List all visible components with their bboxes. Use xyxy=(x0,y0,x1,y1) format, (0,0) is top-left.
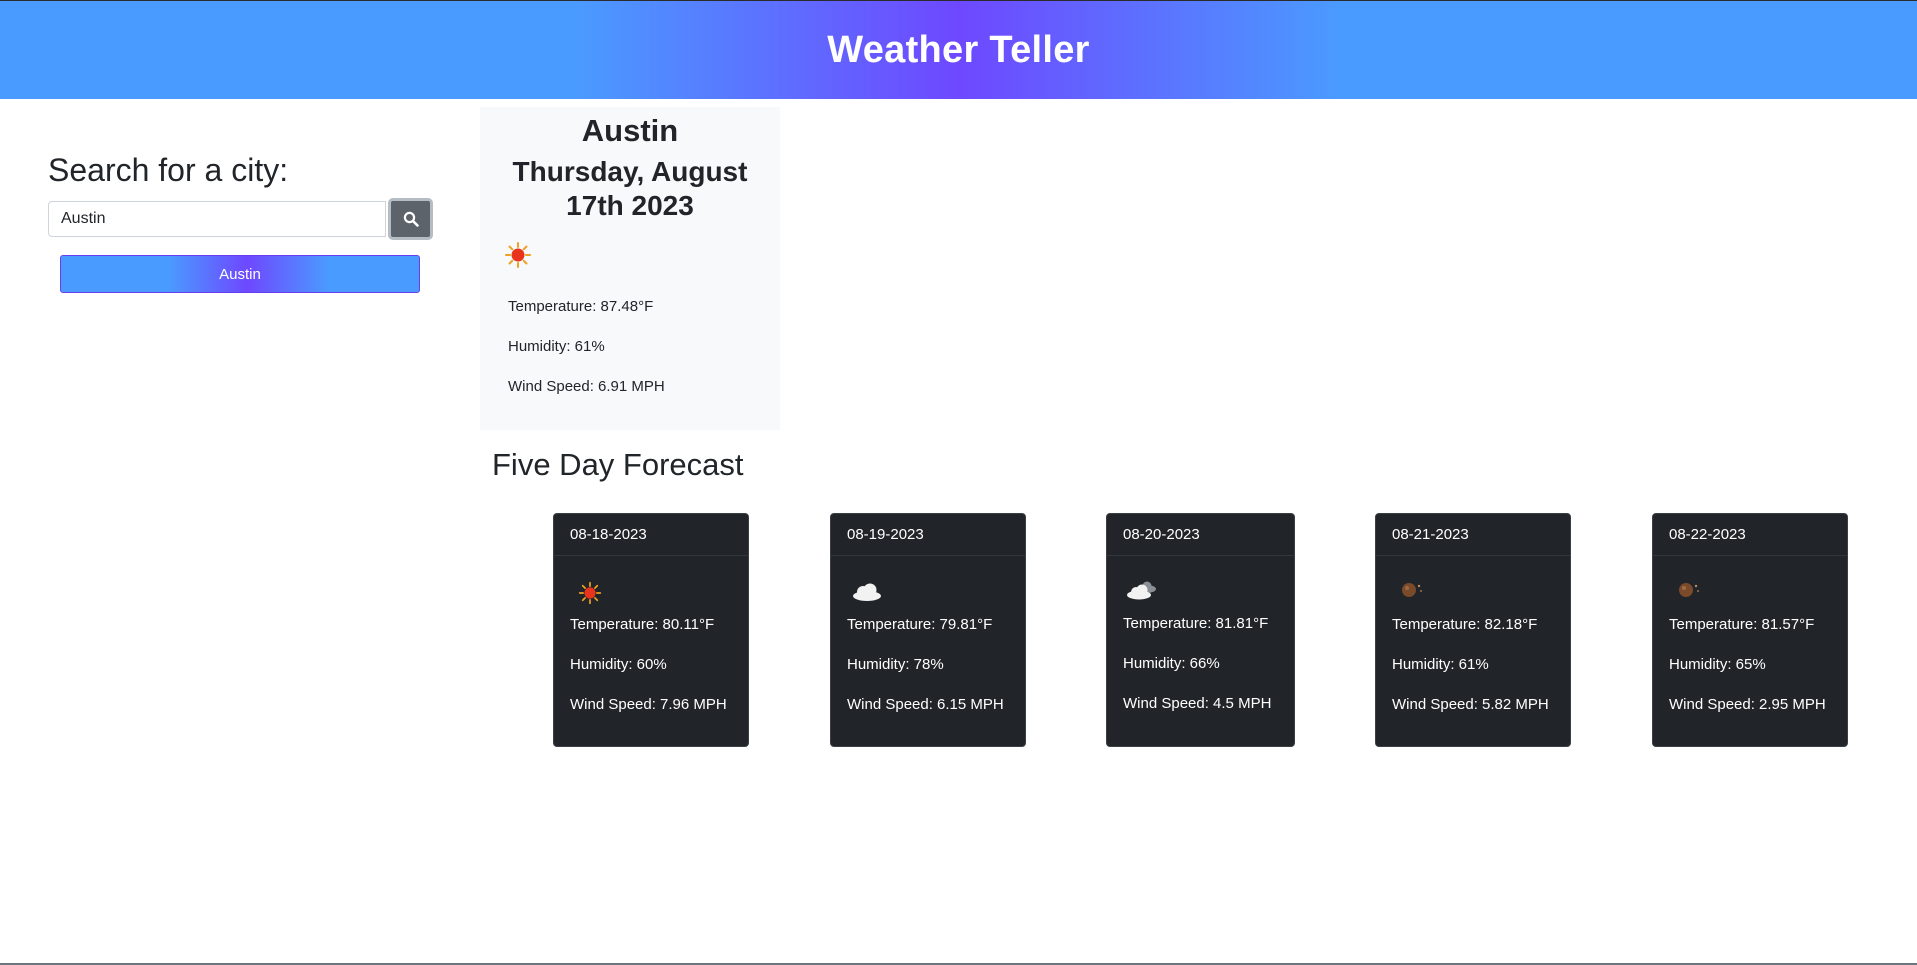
search-button[interactable] xyxy=(388,198,433,240)
sunny-icon xyxy=(578,581,602,610)
current-wind-speed: Wind Speed: 6.91 MPH xyxy=(508,378,665,395)
night-clear-icon xyxy=(1400,580,1424,605)
forecast-card: 08-18-2023 Temperature: 80.11°F Humidity… xyxy=(553,513,749,747)
forecast-wind-speed: Wind Speed: 2.95 MPH xyxy=(1669,696,1826,713)
forecast-humidity: Humidity: 65% xyxy=(1669,656,1766,673)
search-label: Search for a city: xyxy=(48,152,289,188)
search-icon xyxy=(403,211,419,227)
cloud-icon xyxy=(851,582,883,607)
broken-clouds-icon xyxy=(1125,580,1159,607)
history-city-button[interactable]: Austin xyxy=(60,255,420,293)
forecast-temperature: Temperature: 82.18°F xyxy=(1392,616,1538,633)
current-weather-card: Austin Thursday, August 17th 2023 Temper… xyxy=(480,107,780,430)
forecast-humidity: Humidity: 61% xyxy=(1392,656,1489,673)
forecast-temperature: Temperature: 81.81°F xyxy=(1123,615,1269,632)
forecast-date: 08-18-2023 xyxy=(554,514,748,556)
forecast-wind-speed: Wind Speed: 5.82 MPH xyxy=(1392,696,1549,713)
current-city: Austin xyxy=(581,113,679,148)
current-temperature: Temperature: 87.48°F xyxy=(508,298,654,315)
city-search-input[interactable] xyxy=(48,201,386,237)
forecast-date: 08-21-2023 xyxy=(1376,514,1570,556)
forecast-humidity: Humidity: 78% xyxy=(847,656,944,673)
forecast-wind-speed: Wind Speed: 6.15 MPH xyxy=(847,696,1004,713)
current-humidity: Humidity: 61% xyxy=(508,338,605,355)
forecast-date: 08-20-2023 xyxy=(1107,514,1294,556)
forecast-temperature: Temperature: 79.81°F xyxy=(847,616,993,633)
current-date: Thursday, August 17th 2023 xyxy=(512,156,748,221)
forecast-date: 08-22-2023 xyxy=(1653,514,1847,556)
forecast-title: Five Day Forecast xyxy=(492,447,744,482)
forecast-date: 08-19-2023 xyxy=(831,514,1025,556)
forecast-card: 08-20-2023 Temperature: 81.81°F Humidity… xyxy=(1106,513,1295,747)
app-title: Weather Teller xyxy=(827,28,1090,71)
forecast-temperature: Temperature: 81.57°F xyxy=(1669,616,1815,633)
forecast-card: 08-22-2023 Temperature: 81.57°F Humidity… xyxy=(1652,513,1848,747)
forecast-card: 08-21-2023 Temperature: 82.18°F Humidity… xyxy=(1375,513,1571,747)
forecast-humidity: Humidity: 60% xyxy=(570,656,667,673)
forecast-temperature: Temperature: 80.11°F xyxy=(570,616,715,633)
forecast-wind-speed: Wind Speed: 4.5 MPH xyxy=(1123,695,1272,712)
forecast-card: 08-19-2023 Temperature: 79.81°F Humidity… xyxy=(830,513,1026,747)
night-clear-icon xyxy=(1677,580,1701,605)
app-header: Weather Teller xyxy=(0,0,1917,99)
forecast-humidity: Humidity: 66% xyxy=(1123,655,1220,672)
sunny-icon xyxy=(504,241,532,274)
forecast-wind-speed: Wind Speed: 7.96 MPH xyxy=(570,696,727,713)
